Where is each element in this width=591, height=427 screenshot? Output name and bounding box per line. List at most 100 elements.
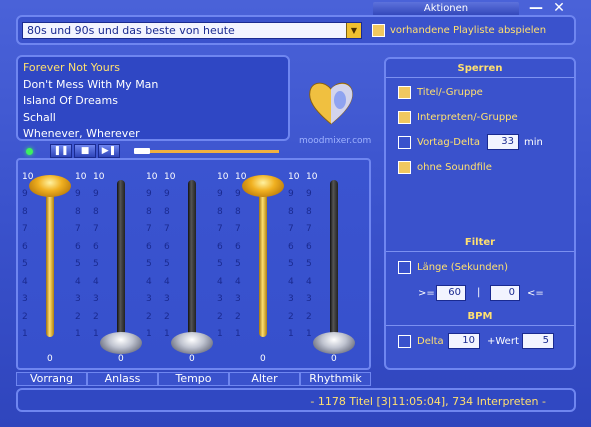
track-item[interactable]: Schall — [23, 111, 56, 124]
moodmixer-window: Aktionen — ✕ 80s und 90s und das beste v… — [0, 0, 591, 427]
scale-tick-label: 2 — [22, 311, 28, 322]
scale-tick-label: 1 — [235, 329, 241, 339]
scale-tick-label: 10 — [93, 172, 105, 182]
divider — [386, 325, 574, 326]
label-tempo: Tempo — [158, 372, 229, 386]
scale-tick-label: 6 — [146, 241, 152, 252]
scale-tick-label: 7 — [306, 224, 312, 235]
slider-track[interactable] — [117, 180, 125, 337]
scale-tick-label: 6 — [306, 241, 312, 252]
play-indicator-icon — [26, 148, 33, 155]
minimize-button[interactable]: — — [527, 0, 545, 16]
scale-tick-label: 2 — [75, 311, 81, 322]
slider-track[interactable] — [330, 180, 338, 337]
scale-tick-label: 7 — [235, 224, 241, 235]
slider-value: 0 — [118, 354, 124, 364]
bpm-delta-label: Delta — [417, 336, 444, 347]
slider-knob-anlass[interactable] — [100, 332, 142, 354]
interpreten-gruppe-label: Interpreten/-Gruppe — [417, 112, 518, 123]
scale-tick-label: 8 — [75, 206, 81, 217]
laenge-checkbox[interactable] — [398, 261, 411, 274]
scale-tick-label: 2 — [217, 311, 223, 322]
next-button[interactable]: ▶❚ — [98, 144, 120, 158]
scale-tick-label: 3 — [146, 294, 152, 305]
scale-tick-label: 4 — [217, 276, 223, 287]
scale-tick-label: 3 — [164, 294, 170, 305]
scale-tick-label: 5 — [164, 259, 170, 270]
scale-tick-label: 9 — [288, 189, 294, 200]
scale-tick-label: 3 — [288, 294, 294, 305]
slider-track[interactable] — [46, 180, 54, 337]
mood-sliders: 10 9 8 7 6 5 4 3 2 1 0 10 10 9 9 8 8 7 7 6 6 5 5 4 4 3 3 2 2 1 1 0 10 10 9… — [16, 158, 371, 370]
scale-tick-label: 8 — [146, 206, 152, 217]
vortag-unit: min — [524, 137, 543, 148]
position-handle[interactable] — [134, 148, 150, 154]
track-item[interactable]: Forever Not Yours — [23, 61, 120, 74]
scale-tick-label: 5 — [22, 259, 28, 270]
scale-tick-label: 2 — [288, 311, 294, 322]
slider-knob-vorrang[interactable] — [29, 175, 71, 197]
chevron-down-icon[interactable]: ▼ — [346, 23, 361, 38]
ohne-soundfile-checkbox[interactable] — [398, 161, 411, 174]
scale-tick-label: 5 — [306, 259, 312, 270]
bpm-heading: BPM — [467, 311, 493, 322]
scale-tick-label: 3 — [235, 294, 241, 305]
bpm-wert-label: +Wert — [487, 336, 519, 347]
scale-tick-label: 10 — [217, 172, 229, 182]
scale-tick-label: 9 — [22, 189, 28, 200]
scale-tick-label: 5 — [93, 259, 99, 270]
label-rhythmik: Rhythmik — [300, 372, 371, 386]
scale-tick-label: 6 — [164, 241, 170, 252]
stop-button[interactable]: ■ — [74, 144, 96, 158]
scale-tick-label: 9 — [306, 189, 312, 200]
label-alter: Alter — [229, 372, 300, 386]
filter-heading: Filter — [464, 237, 496, 248]
scale-tick-label: 5 — [235, 259, 241, 270]
existing-playlist-checkbox[interactable] — [372, 24, 385, 37]
scale-tick-label: 7 — [22, 224, 28, 235]
vortag-delta-input[interactable]: 33 — [487, 134, 519, 150]
scale-tick-label: 10 — [75, 172, 87, 182]
scale-tick-label: 6 — [93, 241, 99, 252]
scale-tick-label: 3 — [93, 294, 99, 305]
bpm-delta-input[interactable]: 10 — [448, 333, 480, 349]
min-length-input[interactable]: 60 — [436, 285, 466, 301]
scale-tick-label: 7 — [288, 224, 294, 235]
slider-knob-tempo[interactable] — [171, 332, 213, 354]
scale-tick-label: 1 — [164, 329, 170, 339]
bpm-wert-input[interactable]: 5 — [522, 333, 554, 349]
scale-tick-label: 1 — [217, 329, 223, 339]
slider-value: 0 — [47, 354, 53, 364]
scale-tick-label: 8 — [93, 206, 99, 217]
slider-track[interactable] — [188, 180, 196, 337]
track-item[interactable]: Island Of Dreams — [23, 94, 118, 107]
slider-track[interactable] — [259, 180, 267, 337]
max-length-input[interactable]: 0 — [490, 285, 520, 301]
vortag-delta-label: Vortag-Delta — [417, 137, 480, 148]
slider-knob-alter[interactable] — [242, 175, 284, 197]
scale-tick-label: 4 — [75, 276, 81, 287]
scale-tick-label: 6 — [217, 241, 223, 252]
position-track[interactable] — [134, 150, 279, 153]
slider-value: 0 — [260, 354, 266, 364]
scale-tick-label: 4 — [235, 276, 241, 287]
scale-tick-label: 7 — [146, 224, 152, 235]
vortag-delta-checkbox[interactable] — [398, 136, 411, 149]
scale-tick-label: 1 — [288, 329, 294, 339]
laenge-label: Länge (Sekunden) — [417, 262, 509, 273]
track-item[interactable]: Whenever, Wherever — [23, 127, 140, 140]
interpreten-gruppe-checkbox[interactable] — [398, 111, 411, 124]
pause-button[interactable]: ❚❚ — [50, 144, 72, 158]
close-button[interactable]: ✕ — [550, 0, 568, 16]
bpm-delta-checkbox[interactable] — [398, 335, 411, 348]
playlist-select[interactable]: 80s und 90s und das beste von heute ▼ — [22, 22, 362, 39]
track-item[interactable]: Don't Mess With My Man — [23, 78, 158, 91]
scale-tick-label: 1 — [93, 329, 99, 339]
aktionen-menu[interactable]: Aktionen — [373, 2, 519, 16]
slider-labels: Vorrang Anlass Tempo Alter Rhythmik — [16, 372, 371, 386]
titel-gruppe-checkbox[interactable] — [398, 86, 411, 99]
scale-tick-label: 10 — [306, 172, 318, 182]
scale-tick-label: 8 — [288, 206, 294, 217]
label-vorrang: Vorrang — [16, 372, 87, 386]
slider-knob-rhythmik[interactable] — [313, 332, 355, 354]
